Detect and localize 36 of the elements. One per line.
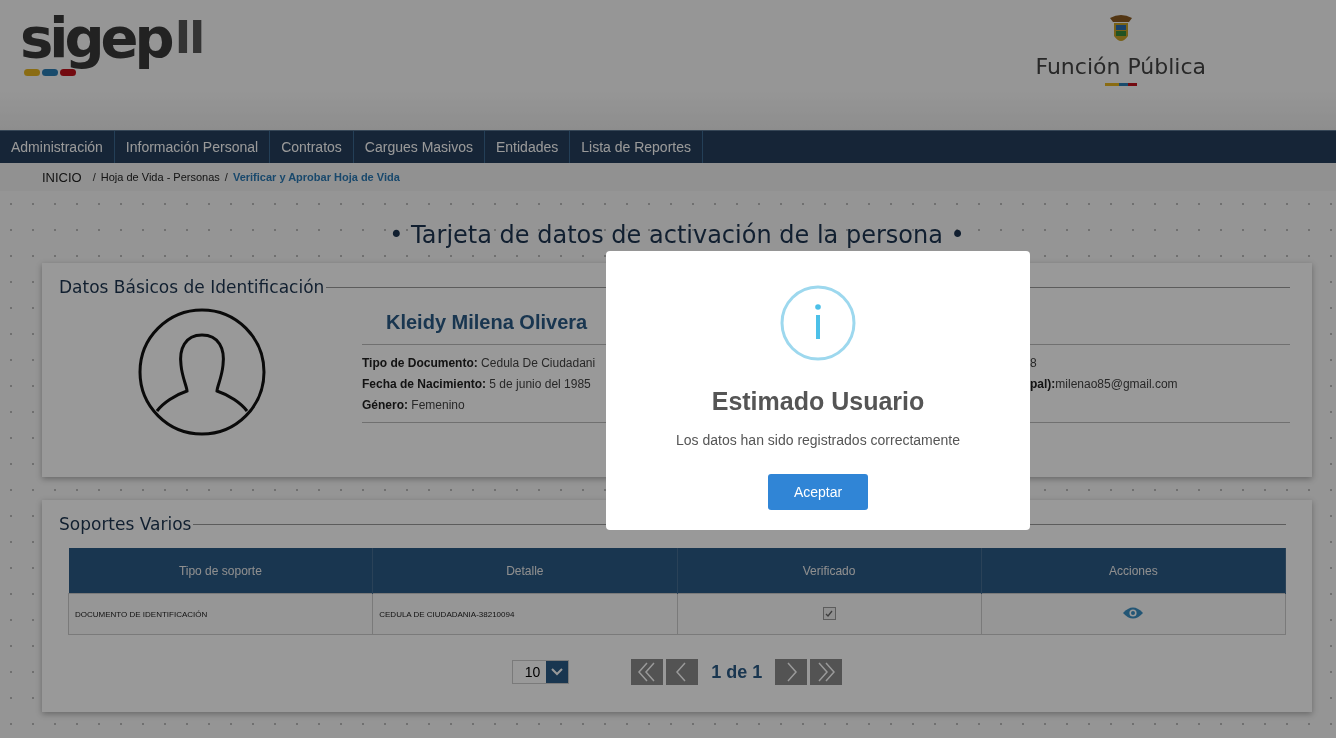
breadcrumb-separator: / bbox=[92, 171, 96, 183]
info-field: pal):milenao85@gmail.com bbox=[1030, 374, 1290, 395]
dialog-title: Estimado Usuario bbox=[711, 387, 925, 416]
column-header: Verificado bbox=[677, 548, 982, 594]
table-cell: CEDULA DE CIUDADANIA-38210094 bbox=[372, 593, 677, 635]
breadcrumb-link[interactable]: Verificar y Aprobar Hoja de Vida bbox=[232, 171, 400, 183]
info-field: Tipo de Documento: Cedula De Ciudadani bbox=[362, 353, 602, 374]
sigep-logo: sigepII bbox=[20, 10, 204, 76]
breadcrumb-link[interactable]: INICIO bbox=[42, 169, 82, 185]
breadcrumb-separator: / bbox=[224, 171, 228, 183]
column-header: Tipo de soporte bbox=[68, 548, 373, 594]
page-indicator: 1 de 1 bbox=[711, 661, 763, 683]
info-field: Género: Femenino bbox=[362, 395, 602, 416]
info-icon bbox=[780, 285, 856, 361]
section-title: Datos Básicos de Identificación bbox=[59, 277, 325, 297]
page-title: • Tarjeta de datos de activación de la persona • bbox=[388, 221, 966, 249]
next-page-icon[interactable] bbox=[775, 659, 808, 685]
agency-name: Función Pública bbox=[1035, 54, 1206, 79]
table-cell: DOCUMENTO DE IDENTIFICACIÓN bbox=[68, 593, 373, 635]
info-field: Fecha de Nacimiento: 5 de junio del 1985 bbox=[362, 374, 602, 395]
previous-page-icon[interactable] bbox=[666, 659, 699, 685]
verified-checkbox[interactable] bbox=[822, 607, 836, 621]
first-page-icon[interactable] bbox=[631, 659, 664, 685]
flag-stripe bbox=[1104, 83, 1137, 86]
person-avatar-icon bbox=[137, 307, 267, 437]
dialog-message: Los datos han sido registrados correctamente bbox=[675, 432, 960, 448]
column-header: Acciones bbox=[981, 548, 1286, 594]
accept-button[interactable]: Aceptar bbox=[767, 474, 869, 510]
view-eye-icon[interactable] bbox=[1122, 606, 1145, 620]
page-size-select[interactable]: 10 bbox=[511, 660, 570, 684]
section-title: Soportes Varios bbox=[59, 514, 192, 534]
info-field: 8 bbox=[1030, 353, 1290, 374]
chevron-down-icon bbox=[546, 661, 569, 683]
breadcrumb-link[interactable]: Hoja de Vida - Personas bbox=[100, 171, 220, 183]
last-page-icon[interactable] bbox=[810, 659, 843, 685]
column-header: Detalle bbox=[372, 548, 677, 594]
